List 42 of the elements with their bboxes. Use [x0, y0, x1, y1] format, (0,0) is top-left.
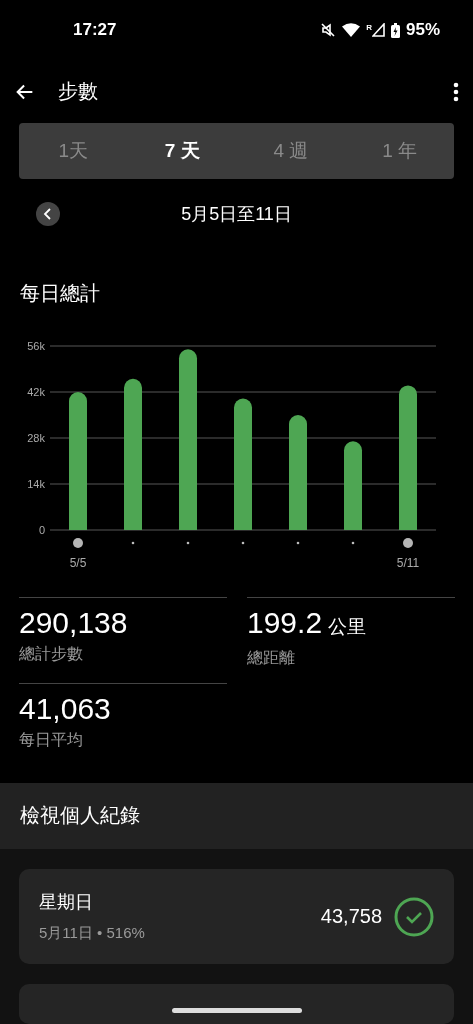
day-dot [296, 541, 300, 544]
stat-value: 290,138 [19, 605, 128, 640]
day-dot [351, 541, 355, 544]
axis-label: 5/5 [69, 555, 87, 570]
axis-label: 14k [27, 477, 45, 490]
axis-label: 5/11 [396, 555, 420, 570]
roaming-label: R [366, 23, 372, 33]
more-menu-button[interactable] [453, 81, 459, 102]
records-title: 檢視個人紀錄 [20, 803, 140, 829]
previous-button[interactable] [36, 201, 60, 226]
range-tab[interactable]: 7 天 [127, 122, 237, 180]
day-dot [241, 541, 245, 544]
date-range: 5月5日至11日 [180, 202, 293, 226]
day-dot [403, 537, 413, 548]
stat-value: 41,063 [19, 691, 111, 726]
record-card[interactable]: 星期日 5月11日 • 516% 43,758 [19, 869, 454, 964]
stat-unit: 公里 [328, 614, 367, 639]
stat-label: 每日平均 [19, 729, 84, 750]
day-dot [186, 541, 190, 544]
record-day: 星期日 [39, 890, 321, 914]
wifi-icon [342, 23, 361, 38]
stat-value: 199.2 [247, 605, 323, 640]
axis-label: 56k [27, 339, 45, 352]
records-header[interactable]: 檢視個人紀錄 [0, 782, 473, 849]
day-dot [131, 541, 135, 544]
chevron-left-icon [43, 207, 53, 220]
axis-label: 28k [27, 431, 45, 444]
section-title: 每日總計 [20, 281, 100, 304]
page-title: 步數 [58, 79, 99, 105]
mute-icon [320, 22, 337, 39]
clock: 17:27 [73, 20, 117, 41]
record-steps: 43,758 [320, 905, 382, 928]
axis-label: 42k [27, 385, 45, 398]
day-dot [73, 537, 83, 548]
stat-label: 總計步數 [19, 643, 84, 664]
battery-percent: 95% [405, 20, 440, 41]
record-card[interactable] [19, 984, 454, 1024]
battery-icon [390, 22, 400, 38]
axis-label: 0 [38, 523, 45, 536]
signal-icon [371, 23, 385, 38]
record-detail: 5月11日 • 516% [39, 924, 146, 943]
stat-label: 總距離 [247, 647, 296, 668]
